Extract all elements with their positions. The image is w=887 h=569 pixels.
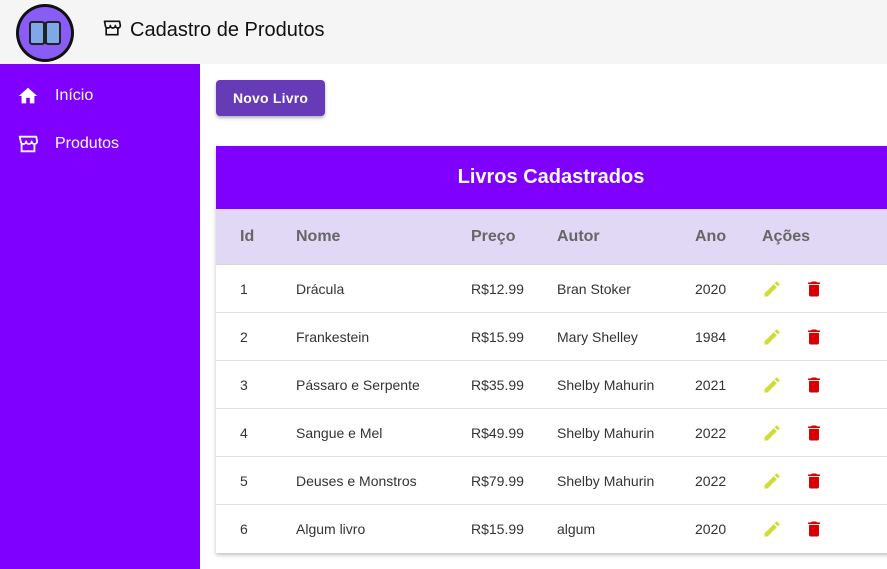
table-body: 1 Drácula R$12.99 Bran Stoker 2020 2 Frankeste… xyxy=(216,265,887,553)
cell-nome: Deuses e Monstros xyxy=(296,472,417,489)
delete-trash-icon[interactable] xyxy=(804,279,824,299)
cell-nome: Sangue e Mel xyxy=(296,424,383,441)
table-row: 6 Algum livro R$15.99 algum 2020 xyxy=(216,505,887,553)
cell-ano: 1984 xyxy=(695,328,727,345)
delete-trash-icon[interactable] xyxy=(804,423,824,443)
cell-autor: algum xyxy=(557,521,596,537)
edit-pencil-icon[interactable] xyxy=(762,471,782,491)
cell-preco: R$49.99 xyxy=(471,424,524,441)
cell-ano: 2020 xyxy=(695,280,727,297)
cell-acoes xyxy=(762,279,824,299)
edit-pencil-icon[interactable] xyxy=(762,327,782,347)
cell-nome: Algum livro xyxy=(296,521,366,537)
cell-preco: R$15.99 xyxy=(471,521,524,537)
store-icon xyxy=(17,133,39,155)
store-icon xyxy=(102,18,122,43)
table-row: 5 Deuses e Monstros R$79.99 Shelby Mahurin 2… xyxy=(216,457,887,505)
cell-ano: 2021 xyxy=(695,376,727,393)
cell-acoes xyxy=(762,423,824,443)
table-row: 1 Drácula R$12.99 Bran Stoker 2020 xyxy=(216,265,887,313)
cell-autor: Mary Shelley xyxy=(557,328,638,345)
table-title: Livros Cadastrados xyxy=(216,146,887,209)
cell-acoes xyxy=(762,471,824,491)
sidebar: Início Produtos xyxy=(0,64,200,569)
cell-acoes xyxy=(762,375,824,395)
delete-trash-icon[interactable] xyxy=(804,327,824,347)
main-content: Novo Livro Livros Cadastrados Id Nome Pr… xyxy=(200,64,887,569)
column-header-preco[interactable]: Preço xyxy=(471,228,515,246)
sidebar-item-inicio[interactable]: Início xyxy=(0,72,200,120)
new-book-button[interactable]: Novo Livro xyxy=(216,80,326,116)
column-header-ano[interactable]: Ano xyxy=(695,228,726,246)
cell-preco: R$12.99 xyxy=(471,280,524,297)
cell-id: 5 xyxy=(240,472,248,489)
books-table-card: Livros Cadastrados Id Nome Preço Autor A… xyxy=(216,146,887,553)
cell-ano: 2022 xyxy=(695,472,727,489)
cell-autor: Bran Stoker xyxy=(557,280,631,297)
edit-pencil-icon[interactable] xyxy=(762,375,782,395)
table-header-row: Id Nome Preço Autor Ano Ações xyxy=(216,209,887,265)
cell-nome: Drácula xyxy=(296,280,345,297)
cell-autor: Shelby Mahurin xyxy=(557,472,655,489)
cell-id: 1 xyxy=(240,280,248,297)
cell-id: 4 xyxy=(240,424,248,441)
book-logo-icon[interactable] xyxy=(16,4,74,62)
cell-nome: Frankestein xyxy=(296,328,370,345)
cell-id: 6 xyxy=(240,521,248,537)
delete-trash-icon[interactable] xyxy=(804,375,824,395)
cell-autor: Shelby Mahurin xyxy=(557,376,655,393)
cell-preco: R$79.99 xyxy=(471,472,524,489)
page-title: Cadastro de Produtos xyxy=(130,19,325,41)
column-header-nome[interactable]: Nome xyxy=(296,228,340,246)
table-row: 4 Sangue e Mel R$49.99 Shelby Mahurin 2022 xyxy=(216,409,887,457)
delete-trash-icon[interactable] xyxy=(804,519,824,539)
column-header-acoes: Ações xyxy=(762,227,811,245)
cell-acoes xyxy=(762,327,824,347)
cell-id: 3 xyxy=(240,376,248,393)
home-icon xyxy=(17,85,39,107)
edit-pencil-icon[interactable] xyxy=(762,519,782,539)
cell-autor: Shelby Mahurin xyxy=(557,424,655,441)
cell-preco: R$15.99 xyxy=(471,328,524,345)
cell-acoes xyxy=(762,519,824,539)
cell-preco: R$35.99 xyxy=(471,376,524,393)
edit-pencil-icon[interactable] xyxy=(762,279,782,299)
delete-trash-icon[interactable] xyxy=(804,471,824,491)
column-header-id[interactable]: Id xyxy=(240,228,254,246)
top-app-bar: Cadastro de Produtos xyxy=(0,0,887,64)
edit-pencil-icon[interactable] xyxy=(762,423,782,443)
cell-ano: 2022 xyxy=(695,424,727,441)
sidebar-item-label: Início xyxy=(55,87,94,104)
cell-id: 2 xyxy=(240,328,248,345)
sidebar-item-label: Produtos xyxy=(55,135,120,152)
sidebar-item-produtos[interactable]: Produtos xyxy=(0,120,200,168)
cell-nome: Pássaro e Serpente xyxy=(296,376,420,393)
column-header-autor[interactable]: Autor xyxy=(557,228,600,246)
table-row: 3 Pássaro e Serpente R$35.99 Shelby Mahurin… xyxy=(216,361,887,409)
table-row: 2 Frankestein R$15.99 Mary Shelley 1984 xyxy=(216,313,887,361)
cell-ano: 2020 xyxy=(695,521,727,537)
